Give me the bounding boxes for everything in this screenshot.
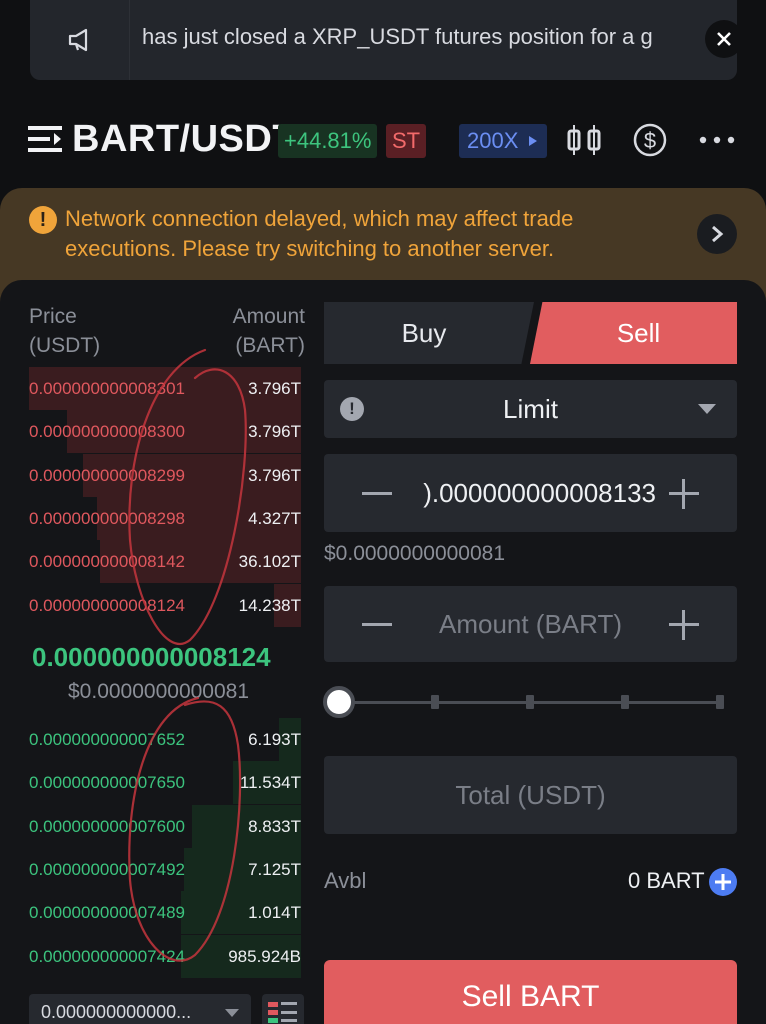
ask-price: 0.000000000008142 bbox=[29, 552, 185, 572]
ask-amount: 4.327T bbox=[248, 508, 301, 528]
bid-price: 0.000000000007652 bbox=[29, 730, 185, 749]
slider-tick-25[interactable] bbox=[431, 695, 439, 709]
price-header-line2: (USDT) bbox=[29, 334, 101, 357]
warning-chevron-button[interactable] bbox=[697, 214, 737, 254]
tab-buy[interactable]: Buy bbox=[324, 302, 534, 364]
price-input-value[interactable]: ).000000000008133 bbox=[404, 478, 656, 509]
bid-price: 0.000000000007424 bbox=[29, 946, 185, 966]
bid-amount: 7.125T bbox=[248, 859, 301, 879]
order-type-select[interactable]: ! Limit bbox=[324, 380, 737, 438]
bid-amount: 8.833T bbox=[248, 816, 301, 836]
bid-price: 0.000000000007492 bbox=[29, 859, 185, 879]
st-tag-badge: ST bbox=[386, 124, 426, 158]
price-decrease-icon[interactable] bbox=[362, 492, 392, 495]
bid-price: 0.000000000007600 bbox=[29, 816, 185, 836]
bid-amount: 1.014T bbox=[248, 903, 301, 923]
bid-price: 0.000000000007489 bbox=[29, 903, 185, 923]
add-funds-button[interactable] bbox=[709, 868, 737, 896]
available-balance: 0 BART bbox=[628, 868, 705, 893]
ask-amount: 14.238T bbox=[238, 595, 301, 615]
ask-price: 0.000000000008298 bbox=[29, 508, 185, 528]
more-options-icon[interactable] bbox=[698, 122, 736, 158]
price-change-badge: +44.81% bbox=[278, 124, 378, 158]
amount-input[interactable]: Amount (BART) bbox=[324, 586, 737, 662]
ask-row[interactable]: 0.000000000008298 4.327T bbox=[29, 496, 301, 540]
buy-sell-tabs: Buy Sell bbox=[324, 302, 737, 364]
slider-tick-100[interactable] bbox=[716, 695, 724, 709]
network-warning-text: Network connection delayed, which may af… bbox=[65, 206, 574, 261]
close-announcement-button[interactable] bbox=[705, 20, 737, 58]
ask-price: 0.000000000008124 bbox=[29, 595, 185, 615]
candlestick-chart-icon[interactable] bbox=[566, 122, 602, 158]
pair-title[interactable]: BART/USDT bbox=[72, 118, 296, 161]
ask-price: 0.000000000008300 bbox=[29, 422, 185, 442]
chevron-right-icon bbox=[712, 225, 724, 243]
chevron-down-icon bbox=[225, 1009, 239, 1017]
leverage-button[interactable]: 200X bbox=[459, 124, 547, 158]
bid-row[interactable]: 0.000000000007492 7.125T bbox=[29, 847, 301, 891]
ask-row[interactable]: 0.000000000008300 3.796T bbox=[29, 410, 301, 454]
ask-price: 0.000000000008299 bbox=[29, 465, 185, 485]
price-column-header: Price (USDT) bbox=[29, 302, 100, 360]
available-label: Avbl bbox=[324, 868, 367, 893]
ask-amount: 3.796T bbox=[248, 422, 301, 442]
bid-price: 0.000000000007650 bbox=[29, 773, 185, 793]
pair-menu-icon[interactable] bbox=[28, 124, 62, 154]
price-input[interactable]: ).000000000008133 bbox=[324, 454, 737, 532]
bid-row[interactable]: 0.000000000007650 11.534T bbox=[29, 761, 301, 805]
pair-header: BART/USDT +44.81% ST 200X $ bbox=[0, 110, 766, 170]
last-price-usd: $0.0000000000081 bbox=[68, 680, 250, 703]
slider-thumb[interactable] bbox=[323, 686, 355, 718]
leverage-label: 200X bbox=[467, 128, 519, 153]
ask-row[interactable]: 0.000000000008301 3.796T bbox=[29, 367, 301, 410]
ask-amount: 36.102T bbox=[238, 552, 301, 572]
announcement-bar[interactable]: has just closed a XRP_USDT futures posit… bbox=[30, 0, 737, 80]
ask-price: 0.000000000008301 bbox=[29, 379, 185, 398]
order-type-label: Limit bbox=[503, 394, 558, 424]
play-arrow-icon bbox=[529, 136, 537, 146]
amount-header-line1: Amount bbox=[232, 305, 305, 328]
warning-icon: ! bbox=[29, 206, 57, 234]
sell-submit-button[interactable]: Sell BART bbox=[324, 960, 737, 1024]
close-icon bbox=[717, 32, 731, 46]
price-header-line1: Price bbox=[29, 305, 77, 328]
amount-header-line2: (BART) bbox=[235, 334, 305, 357]
bid-row[interactable]: 0.000000000007600 8.833T bbox=[29, 804, 301, 848]
bid-amount: 6.193T bbox=[248, 730, 301, 749]
bid-row[interactable]: 0.000000000007424 985.924B bbox=[29, 934, 301, 978]
tab-sell[interactable]: Sell bbox=[530, 302, 737, 364]
dollar-circle-icon[interactable]: $ bbox=[632, 122, 668, 158]
bid-amount: 11.534T bbox=[239, 773, 301, 793]
orderbook-layout-button[interactable] bbox=[262, 994, 304, 1024]
ask-amount: 3.796T bbox=[248, 465, 301, 485]
bid-row[interactable]: 0.000000000007652 6.193T bbox=[29, 718, 301, 761]
orderbook-layout-icon bbox=[268, 1002, 297, 1023]
ask-row[interactable]: 0.000000000008142 36.102T bbox=[29, 540, 301, 584]
bid-row[interactable]: 0.000000000007489 1.014T bbox=[29, 891, 301, 935]
ask-amount: 3.796T bbox=[248, 379, 301, 398]
slider-tick-50[interactable] bbox=[526, 695, 534, 709]
plus-icon bbox=[715, 874, 731, 890]
bid-amount: 985.924B bbox=[228, 946, 301, 966]
ask-row[interactable]: 0.000000000008124 14.238T bbox=[29, 583, 301, 627]
announcement-text: has just closed a XRP_USDT futures posit… bbox=[142, 24, 653, 49]
amount-column-header: Amount (BART) bbox=[200, 302, 305, 360]
price-usd-equivalent: $0.0000000000081 bbox=[324, 542, 506, 565]
ask-row[interactable]: 0.000000000008299 3.796T bbox=[29, 453, 301, 497]
total-placeholder: Total (USDT) bbox=[455, 780, 606, 810]
svg-text:$: $ bbox=[644, 128, 656, 153]
speaker-icon bbox=[30, 0, 130, 80]
precision-select[interactable]: 0.000000000000... bbox=[29, 994, 251, 1024]
slider-tick-75[interactable] bbox=[621, 695, 629, 709]
chevron-down-icon bbox=[698, 404, 716, 414]
last-price[interactable]: 0.000000000008124 bbox=[32, 642, 271, 673]
total-input[interactable]: Total (USDT) bbox=[324, 756, 737, 834]
precision-value: 0.000000000000... bbox=[41, 1002, 192, 1022]
